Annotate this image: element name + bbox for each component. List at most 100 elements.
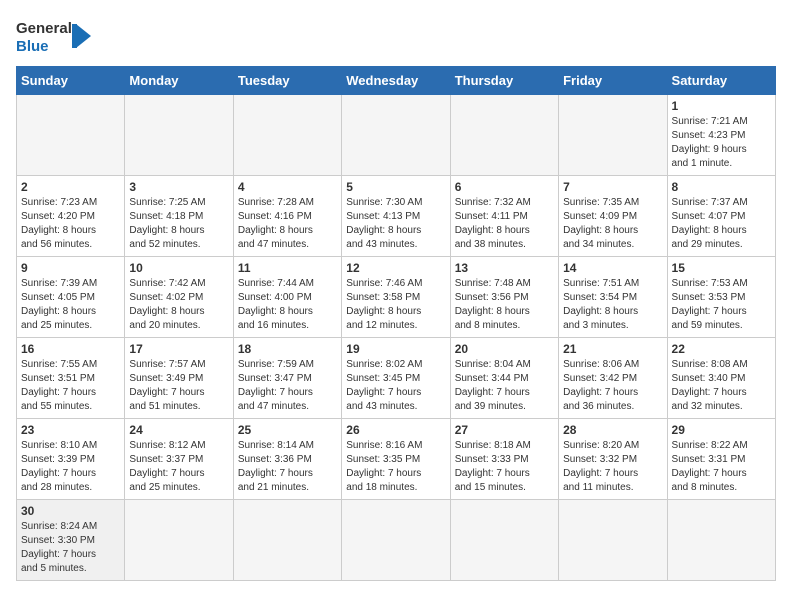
day-info: Sunrise: 7:48 AM Sunset: 3:56 PM Dayligh…: [455, 277, 554, 333]
day-info: Sunrise: 7:35 AM Sunset: 4:09 PM Dayligh…: [563, 196, 662, 252]
calendar-cell: [125, 95, 233, 176]
day-number: 5: [346, 180, 445, 194]
day-number: 2: [21, 180, 120, 194]
calendar-cell: [125, 500, 233, 581]
calendar-cell: 25Sunrise: 8:14 AM Sunset: 3:36 PM Dayli…: [233, 419, 341, 500]
calendar-cell: 24Sunrise: 8:12 AM Sunset: 3:37 PM Dayli…: [125, 419, 233, 500]
weekday-header-wednesday: Wednesday: [342, 67, 450, 95]
day-info: Sunrise: 7:21 AM Sunset: 4:23 PM Dayligh…: [672, 115, 771, 171]
day-info: Sunrise: 7:23 AM Sunset: 4:20 PM Dayligh…: [21, 196, 120, 252]
day-number: 29: [672, 423, 771, 437]
calendar-cell: 18 Sunrise: 7:59 AM Sunset: 3:47 PM Dayli…: [233, 338, 341, 419]
weekday-header-saturday: Saturday: [667, 67, 775, 95]
day-info: Sunrise: 8:14 AM Sunset: 3:36 PM Dayligh…: [238, 439, 337, 495]
calendar-cell: 2 Sunrise: 7:23 AM Sunset: 4:20 PM Daylig…: [17, 176, 125, 257]
day-number: 11: [238, 261, 337, 275]
day-number: 21: [563, 342, 662, 356]
calendar-cell: 30 Sunrise: 8:24 AM Sunset: 3:30 PM Dayli…: [17, 500, 125, 581]
day-number: 23: [21, 423, 120, 437]
day-info: Sunrise: 8:18 AM Sunset: 3:33 PM Dayligh…: [455, 439, 554, 495]
calendar-cell: 19 Sunrise: 8:02 AM Sunset: 3:45 PM Dayli…: [342, 338, 450, 419]
calendar-cell: [450, 95, 558, 176]
day-number: 28: [563, 423, 662, 437]
day-number: 30: [21, 504, 120, 518]
day-number: 4: [238, 180, 337, 194]
day-info: Sunrise: 8:12 AM Sunset: 3:37 PM Dayligh…: [129, 439, 228, 495]
logo: GeneralBlue: [16, 16, 96, 56]
weekday-header-friday: Friday: [559, 67, 667, 95]
day-number: 6: [455, 180, 554, 194]
day-number: 7: [563, 180, 662, 194]
calendar-cell: 20Sunrise: 8:04 AM Sunset: 3:44 PM Dayli…: [450, 338, 558, 419]
calendar-cell: [559, 95, 667, 176]
day-number: 20: [455, 342, 554, 356]
calendar-cell: 8 Sunrise: 7:37 AM Sunset: 4:07 PM Daylig…: [667, 176, 775, 257]
calendar-cell: [233, 500, 341, 581]
weekday-header-monday: Monday: [125, 67, 233, 95]
calendar-cell: [667, 500, 775, 581]
day-number: 16: [21, 342, 120, 356]
calendar-cell: [233, 95, 341, 176]
day-info: Sunrise: 8:06 AM Sunset: 3:42 PM Dayligh…: [563, 358, 662, 414]
day-info: Sunrise: 7:59 AM Sunset: 3:47 PM Dayligh…: [238, 358, 337, 414]
day-number: 8: [672, 180, 771, 194]
day-info: Sunrise: 7:53 AM Sunset: 3:53 PM Dayligh…: [672, 277, 771, 333]
day-number: 15: [672, 261, 771, 275]
calendar-cell: 12 Sunrise: 7:46 AM Sunset: 3:58 PM Dayli…: [342, 257, 450, 338]
day-number: 19: [346, 342, 445, 356]
day-info: Sunrise: 7:37 AM Sunset: 4:07 PM Dayligh…: [672, 196, 771, 252]
day-number: 1: [672, 99, 771, 113]
day-info: Sunrise: 8:02 AM Sunset: 3:45 PM Dayligh…: [346, 358, 445, 414]
svg-text:General: General: [16, 20, 72, 37]
day-number: 17: [129, 342, 228, 356]
calendar-cell: 5Sunrise: 7:30 AM Sunset: 4:13 PM Daylig…: [342, 176, 450, 257]
day-info: Sunrise: 8:16 AM Sunset: 3:35 PM Dayligh…: [346, 439, 445, 495]
day-info: Sunrise: 7:51 AM Sunset: 3:54 PM Dayligh…: [563, 277, 662, 333]
calendar-cell: [559, 500, 667, 581]
calendar-cell: 28Sunrise: 8:20 AM Sunset: 3:32 PM Dayli…: [559, 419, 667, 500]
day-info: Sunrise: 7:32 AM Sunset: 4:11 PM Dayligh…: [455, 196, 554, 252]
day-number: 9: [21, 261, 120, 275]
day-info: Sunrise: 7:39 AM Sunset: 4:05 PM Dayligh…: [21, 277, 120, 333]
calendar-row: 23 Sunrise: 8:10 AM Sunset: 3:39 PM Dayli…: [17, 419, 776, 500]
page-header: GeneralBlue: [16, 16, 776, 56]
weekday-header-tuesday: Tuesday: [233, 67, 341, 95]
calendar-cell: 11Sunrise: 7:44 AM Sunset: 4:00 PM Dayli…: [233, 257, 341, 338]
day-number: 22: [672, 342, 771, 356]
calendar-row: 30 Sunrise: 8:24 AM Sunset: 3:30 PM Dayli…: [17, 500, 776, 581]
calendar-cell: 9 Sunrise: 7:39 AM Sunset: 4:05 PM Daylig…: [17, 257, 125, 338]
calendar-cell: [17, 95, 125, 176]
calendar-cell: 1 Sunrise: 7:21 AM Sunset: 4:23 PM Daylig…: [667, 95, 775, 176]
calendar-cell: 13 Sunrise: 7:48 AM Sunset: 3:56 PM Dayli…: [450, 257, 558, 338]
day-info: Sunrise: 7:46 AM Sunset: 3:58 PM Dayligh…: [346, 277, 445, 333]
calendar-cell: 26 Sunrise: 8:16 AM Sunset: 3:35 PM Dayli…: [342, 419, 450, 500]
day-number: 3: [129, 180, 228, 194]
calendar-cell: 3 Sunrise: 7:25 AM Sunset: 4:18 PM Daylig…: [125, 176, 233, 257]
calendar-row: 1 Sunrise: 7:21 AM Sunset: 4:23 PM Daylig…: [17, 95, 776, 176]
day-info: Sunrise: 7:25 AM Sunset: 4:18 PM Dayligh…: [129, 196, 228, 252]
calendar-row: 16Sunrise: 7:55 AM Sunset: 3:51 PM Dayli…: [17, 338, 776, 419]
day-number: 12: [346, 261, 445, 275]
day-number: 18: [238, 342, 337, 356]
day-number: 27: [455, 423, 554, 437]
day-number: 26: [346, 423, 445, 437]
day-info: Sunrise: 7:42 AM Sunset: 4:02 PM Dayligh…: [129, 277, 228, 333]
calendar-cell: [342, 95, 450, 176]
calendar-header-row: SundayMondayTuesdayWednesdayThursdayFrid…: [17, 67, 776, 95]
calendar-cell: 6 Sunrise: 7:32 AM Sunset: 4:11 PM Daylig…: [450, 176, 558, 257]
day-number: 10: [129, 261, 228, 275]
weekday-header-sunday: Sunday: [17, 67, 125, 95]
day-info: Sunrise: 8:24 AM Sunset: 3:30 PM Dayligh…: [21, 520, 120, 576]
calendar-cell: [450, 500, 558, 581]
day-number: 14: [563, 261, 662, 275]
calendar-cell: 17Sunrise: 7:57 AM Sunset: 3:49 PM Dayli…: [125, 338, 233, 419]
day-info: Sunrise: 8:10 AM Sunset: 3:39 PM Dayligh…: [21, 439, 120, 495]
calendar-row: 9 Sunrise: 7:39 AM Sunset: 4:05 PM Daylig…: [17, 257, 776, 338]
calendar-cell: 4 Sunrise: 7:28 AM Sunset: 4:16 PM Daylig…: [233, 176, 341, 257]
calendar-cell: 29Sunrise: 8:22 AM Sunset: 3:31 PM Dayli…: [667, 419, 775, 500]
day-number: 13: [455, 261, 554, 275]
day-info: Sunrise: 8:08 AM Sunset: 3:40 PM Dayligh…: [672, 358, 771, 414]
calendar-cell: 23 Sunrise: 8:10 AM Sunset: 3:39 PM Dayli…: [17, 419, 125, 500]
day-info: Sunrise: 7:28 AM Sunset: 4:16 PM Dayligh…: [238, 196, 337, 252]
calendar-cell: 14 Sunrise: 7:51 AM Sunset: 3:54 PM Dayli…: [559, 257, 667, 338]
